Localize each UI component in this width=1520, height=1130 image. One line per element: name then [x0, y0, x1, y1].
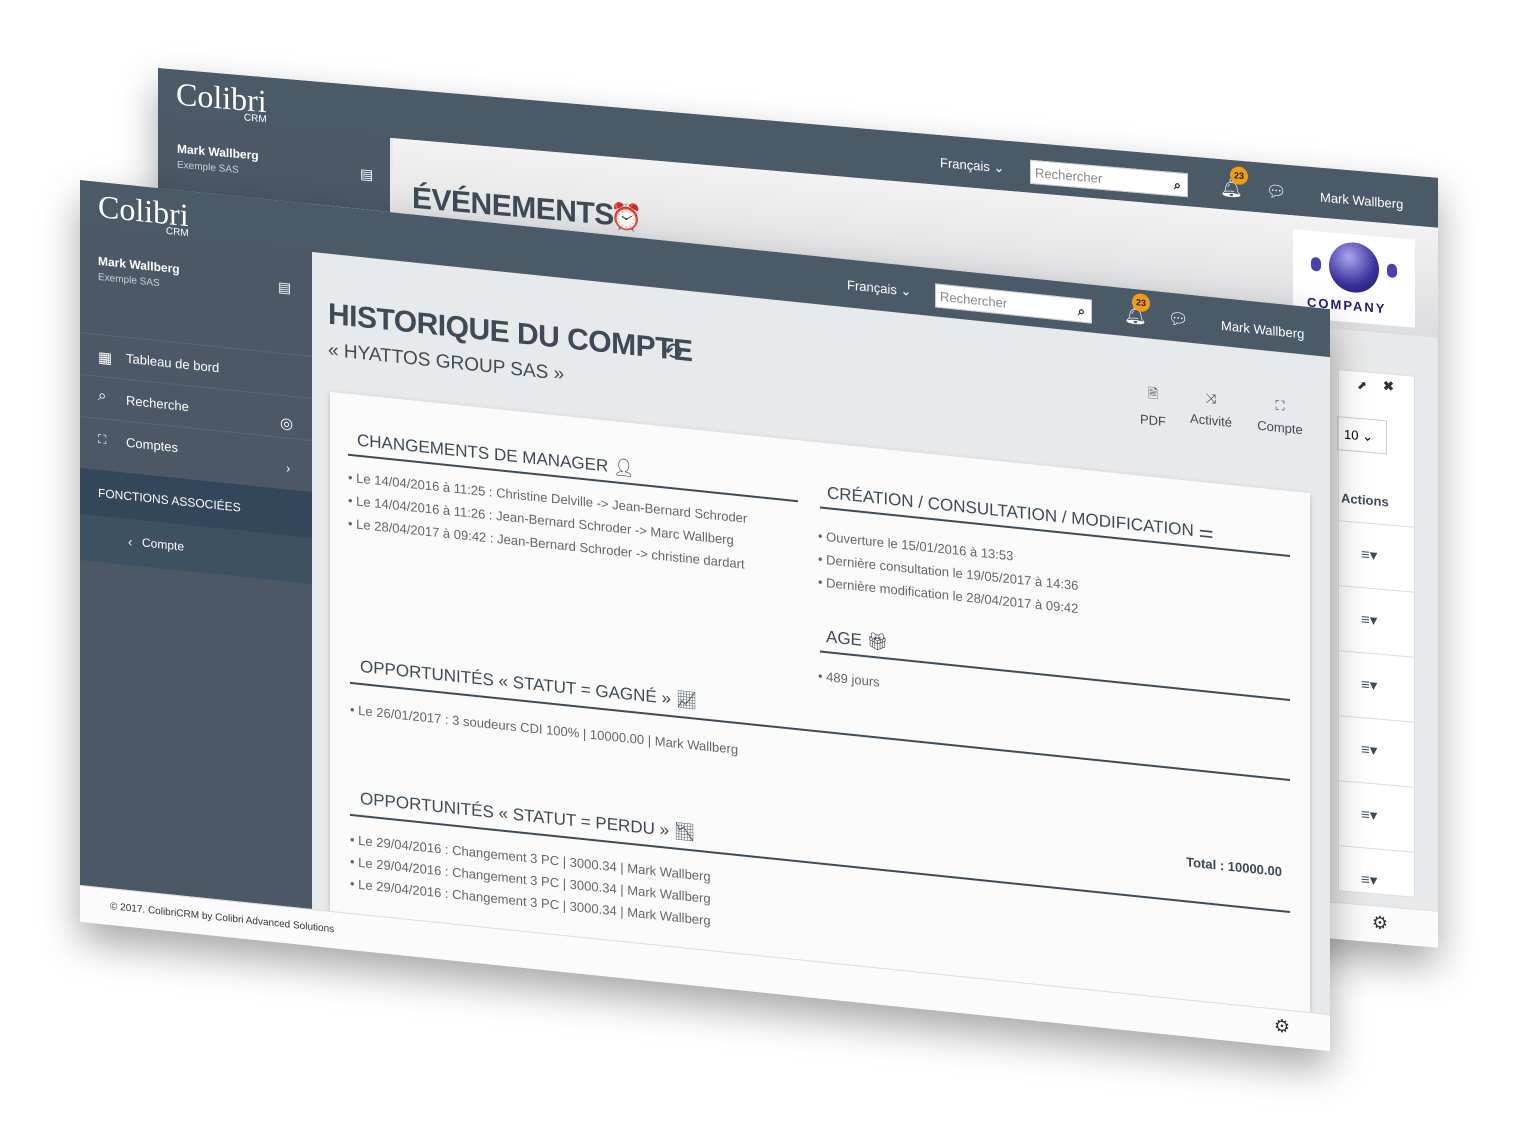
pdf-icon: 🗎: [1147, 385, 1159, 402]
dashboard-icon: ▦: [98, 348, 113, 368]
actions-header: Actions: [1341, 490, 1389, 510]
section-title: AGE: [826, 627, 862, 650]
contact-card-icon[interactable]: ▤: [360, 165, 373, 183]
search-placeholder: Rechercher: [1035, 165, 1103, 186]
table-row: ≡▾: [1339, 650, 1414, 723]
activity-button[interactable]: ⤨ Activité: [1181, 388, 1241, 431]
account-label: Compte: [1257, 417, 1303, 438]
expand-icon[interactable]: ⬈: [1357, 378, 1367, 393]
page-size-select[interactable]: 10 ⌄: [1337, 416, 1387, 455]
manager-user-icon: 👤︎: [612, 457, 635, 479]
row-actions-menu-icon[interactable]: ≡▾: [1361, 805, 1377, 824]
table-row: ≡▾: [1339, 715, 1414, 788]
search-icon: ⌕: [98, 386, 107, 405]
alarm-clock-icon: ⏰: [610, 200, 643, 234]
search-icon[interactable]: ⌕: [1078, 299, 1085, 324]
account-button[interactable]: ⛶ Compte: [1250, 395, 1310, 438]
page-size-value: 10: [1344, 426, 1359, 443]
row-actions-menu-icon[interactable]: ≡▾: [1361, 870, 1377, 889]
pdf-button[interactable]: 🗎 PDF: [1123, 382, 1183, 431]
accounts-icon: ⛶: [1275, 397, 1285, 414]
row-actions-menu-icon[interactable]: ≡▾: [1361, 610, 1377, 629]
activity-label: Activité: [1190, 410, 1232, 431]
history-icon: ⟲: [662, 337, 683, 367]
list-widget: ⬈ ✖ 10 ⌄ Actions ≡▾ ≡▾ ≡▾ ≡▾ ≡▾ ≡▾: [1337, 369, 1415, 918]
gift-icon: 🎁︎: [866, 631, 889, 653]
target-icon[interactable]: ◎: [280, 414, 293, 433]
close-icon[interactable]: ✖: [1383, 378, 1394, 395]
accounts-icon: ⛶: [98, 431, 107, 447]
sidebar-subitem-label: Compte: [142, 535, 185, 554]
logo: Colibri CRM: [176, 76, 267, 126]
chart-down-icon: 📉︎: [673, 821, 696, 843]
sliders-icon: ⚌: [1198, 521, 1214, 543]
sidebar-item-label: Comptes: [126, 434, 179, 456]
pdf-label: PDF: [1140, 411, 1166, 430]
search-icon[interactable]: ⌕: [1174, 173, 1181, 198]
section-label: FONCTIONS ASSOCIÉES: [98, 485, 241, 515]
chat-icon[interactable]: 💬︎: [1266, 181, 1286, 203]
front-window-account-history: Colibri CRM Mark Wallberg Exemple SAS ▤ …: [80, 180, 1330, 1052]
language-label: Français: [940, 155, 990, 175]
table-row: ≡▾: [1339, 780, 1414, 853]
row-actions-menu-icon[interactable]: ≡▾: [1361, 675, 1377, 694]
gear-icon[interactable]: ⚙: [1274, 1015, 1290, 1038]
sidebar-item-label: Tableau de bord: [126, 350, 220, 376]
row-actions-menu-icon[interactable]: ≡▾: [1361, 740, 1377, 759]
row-actions-menu-icon[interactable]: ≡▾: [1361, 545, 1377, 564]
chart-up-icon: 📈︎: [675, 689, 698, 711]
table-row: ≡▾: [1339, 520, 1414, 593]
chat-icon[interactable]: 💬︎: [1168, 308, 1188, 330]
gear-icon[interactable]: ⚙: [1372, 912, 1388, 934]
search-placeholder: Rechercher: [940, 288, 1008, 311]
shuffle-icon: ⤨: [1205, 390, 1217, 407]
contact-card-icon[interactable]: ▤: [278, 278, 291, 296]
chevron-right-icon: ›: [286, 460, 291, 476]
chevron-left-icon: ‹: [128, 533, 133, 550]
table-row: ≡▾: [1339, 585, 1414, 658]
sidebar-item-label: Recherche: [126, 392, 189, 415]
